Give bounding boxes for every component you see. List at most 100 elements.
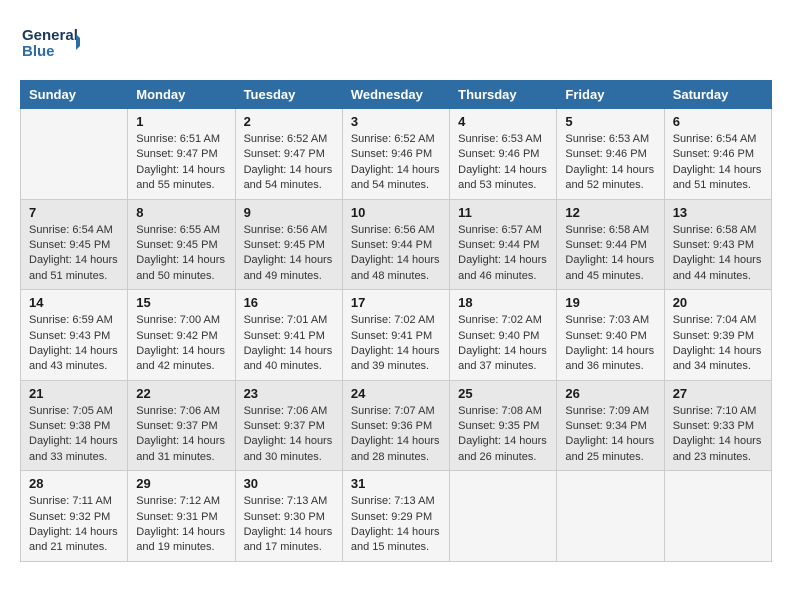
day-cell: 28Sunrise: 7:11 AM Sunset: 9:32 PM Dayli… (21, 471, 128, 562)
header-day: Sunday (21, 81, 128, 109)
day-info: Sunrise: 7:02 AM Sunset: 9:40 PM Dayligh… (458, 313, 548, 375)
logo: General Blue (20, 20, 80, 70)
week-row: 1 Sunrise: 6:51 AM Sunset: 9:47 PM Daylig… (21, 109, 772, 200)
day-cell: 14 Sunrise: 6:59 AM Sunset: 9:43 PM Dayli… (21, 290, 128, 381)
day-cell: 25 Sunrise: 7:08 AM Sunset: 9:35 PM Dayli… (450, 380, 557, 471)
day-number: 21 (29, 386, 119, 401)
day-number: 28 (29, 476, 119, 491)
day-info: Sunrise: 6:56 AM Sunset: 9:44 PM Dayligh… (351, 223, 441, 285)
day-cell: 20 Sunrise: 7:04 AM Sunset: 9:39 PM Dayli… (664, 290, 771, 381)
day-cell: 10 Sunrise: 6:56 AM Sunset: 9:44 PM Dayli… (342, 199, 449, 290)
day-info: Sunrise: 6:54 AM Sunset: 9:46 PM Dayligh… (673, 132, 763, 194)
day-cell: 6 Sunrise: 6:54 AM Sunset: 9:46 PM Daylig… (664, 109, 771, 200)
day-cell (450, 471, 557, 562)
day-cell: 19 Sunrise: 7:03 AM Sunset: 9:40 PM Dayli… (557, 290, 664, 381)
week-row: 21 Sunrise: 7:05 AM Sunset: 9:38 PM Dayli… (21, 380, 772, 471)
day-cell: 7Sunrise: 6:54 AM Sunset: 9:45 PM Daylig… (21, 199, 128, 290)
day-cell: 17 Sunrise: 7:02 AM Sunset: 9:41 PM Dayli… (342, 290, 449, 381)
day-number: 10 (351, 205, 441, 220)
day-cell: 31 Sunrise: 7:13 AM Sunset: 9:29 PM Dayli… (342, 471, 449, 562)
day-cell: 29 Sunrise: 7:12 AM Sunset: 9:31 PM Dayli… (128, 471, 235, 562)
day-info: Sunrise: 7:07 AM Sunset: 9:36 PM Dayligh… (351, 404, 441, 466)
day-cell: 1 Sunrise: 6:51 AM Sunset: 9:47 PM Daylig… (128, 109, 235, 200)
day-number: 11 (458, 205, 548, 220)
page-header: General Blue (20, 20, 772, 70)
day-number: 29 (136, 476, 226, 491)
day-number: 8 (136, 205, 226, 220)
day-cell: 22 Sunrise: 7:06 AM Sunset: 9:37 PM Dayli… (128, 380, 235, 471)
day-number: 18 (458, 295, 548, 310)
calendar-table: SundayMondayTuesdayWednesdayThursdayFrid… (20, 80, 772, 562)
day-number: 25 (458, 386, 548, 401)
day-number: 15 (136, 295, 226, 310)
day-info: Sunrise: 6:53 AM Sunset: 9:46 PM Dayligh… (458, 132, 548, 194)
day-info: Sunrise: 7:06 AM Sunset: 9:37 PM Dayligh… (136, 404, 226, 466)
day-info: Sunrise: 6:53 AM Sunset: 9:46 PM Dayligh… (565, 132, 655, 194)
svg-text:Blue: Blue (22, 43, 55, 60)
day-number: 16 (244, 295, 334, 310)
day-cell: 30 Sunrise: 7:13 AM Sunset: 9:30 PM Dayli… (235, 471, 342, 562)
day-cell: 18 Sunrise: 7:02 AM Sunset: 9:40 PM Dayli… (450, 290, 557, 381)
day-info: Sunrise: 7:05 AM Sunset: 9:38 PM Dayligh… (29, 404, 119, 466)
day-cell: 27Sunrise: 7:10 AM Sunset: 9:33 PM Dayli… (664, 380, 771, 471)
day-number: 3 (351, 114, 441, 129)
day-cell: 12 Sunrise: 6:58 AM Sunset: 9:44 PM Dayli… (557, 199, 664, 290)
day-info: Sunrise: 6:51 AM Sunset: 9:47 PM Dayligh… (136, 132, 226, 194)
day-number: 30 (244, 476, 334, 491)
header-day: Saturday (664, 81, 771, 109)
day-info: Sunrise: 7:04 AM Sunset: 9:39 PM Dayligh… (673, 313, 763, 375)
day-number: 24 (351, 386, 441, 401)
day-cell: 26Sunrise: 7:09 AM Sunset: 9:34 PM Dayli… (557, 380, 664, 471)
day-cell (664, 471, 771, 562)
day-number: 22 (136, 386, 226, 401)
day-cell (21, 109, 128, 200)
header-row: SundayMondayTuesdayWednesdayThursdayFrid… (21, 81, 772, 109)
day-number: 4 (458, 114, 548, 129)
week-row: 7Sunrise: 6:54 AM Sunset: 9:45 PM Daylig… (21, 199, 772, 290)
day-info: Sunrise: 7:13 AM Sunset: 9:29 PM Dayligh… (351, 494, 441, 556)
day-cell: 3 Sunrise: 6:52 AM Sunset: 9:46 PM Daylig… (342, 109, 449, 200)
day-cell: 24 Sunrise: 7:07 AM Sunset: 9:36 PM Dayli… (342, 380, 449, 471)
day-cell (557, 471, 664, 562)
day-info: Sunrise: 7:00 AM Sunset: 9:42 PM Dayligh… (136, 313, 226, 375)
day-number: 17 (351, 295, 441, 310)
svg-text:General: General (22, 27, 78, 44)
day-info: Sunrise: 7:02 AM Sunset: 9:41 PM Dayligh… (351, 313, 441, 375)
day-number: 20 (673, 295, 763, 310)
day-cell: 4 Sunrise: 6:53 AM Sunset: 9:46 PM Daylig… (450, 109, 557, 200)
day-info: Sunrise: 6:52 AM Sunset: 9:46 PM Dayligh… (351, 132, 441, 194)
day-number: 19 (565, 295, 655, 310)
day-number: 13 (673, 205, 763, 220)
day-info: Sunrise: 7:12 AM Sunset: 9:31 PM Dayligh… (136, 494, 226, 556)
day-number: 26 (565, 386, 655, 401)
header-day: Monday (128, 81, 235, 109)
day-number: 5 (565, 114, 655, 129)
day-cell: 8 Sunrise: 6:55 AM Sunset: 9:45 PM Daylig… (128, 199, 235, 290)
day-number: 1 (136, 114, 226, 129)
day-info: Sunrise: 6:56 AM Sunset: 9:45 PM Dayligh… (244, 223, 334, 285)
day-number: 31 (351, 476, 441, 491)
header-day: Wednesday (342, 81, 449, 109)
day-info: Sunrise: 7:10 AM Sunset: 9:33 PM Dayligh… (673, 404, 763, 466)
day-number: 12 (565, 205, 655, 220)
day-number: 14 (29, 295, 119, 310)
day-info: Sunrise: 7:13 AM Sunset: 9:30 PM Dayligh… (244, 494, 334, 556)
header-day: Tuesday (235, 81, 342, 109)
day-info: Sunrise: 6:57 AM Sunset: 9:44 PM Dayligh… (458, 223, 548, 285)
day-info: Sunrise: 6:58 AM Sunset: 9:44 PM Dayligh… (565, 223, 655, 285)
day-cell: 9 Sunrise: 6:56 AM Sunset: 9:45 PM Daylig… (235, 199, 342, 290)
day-info: Sunrise: 7:03 AM Sunset: 9:40 PM Dayligh… (565, 313, 655, 375)
day-cell: 21 Sunrise: 7:05 AM Sunset: 9:38 PM Dayli… (21, 380, 128, 471)
day-cell: 15 Sunrise: 7:00 AM Sunset: 9:42 PM Dayli… (128, 290, 235, 381)
day-info: Sunrise: 7:08 AM Sunset: 9:35 PM Dayligh… (458, 404, 548, 466)
day-info: Sunrise: 6:54 AM Sunset: 9:45 PM Dayligh… (29, 223, 119, 285)
week-row: 14 Sunrise: 6:59 AM Sunset: 9:43 PM Dayli… (21, 290, 772, 381)
day-info: Sunrise: 6:59 AM Sunset: 9:43 PM Dayligh… (29, 313, 119, 375)
day-info: Sunrise: 6:55 AM Sunset: 9:45 PM Dayligh… (136, 223, 226, 285)
day-cell: 5 Sunrise: 6:53 AM Sunset: 9:46 PM Daylig… (557, 109, 664, 200)
day-number: 9 (244, 205, 334, 220)
day-number: 6 (673, 114, 763, 129)
header-day: Friday (557, 81, 664, 109)
day-info: Sunrise: 7:06 AM Sunset: 9:37 PM Dayligh… (244, 404, 334, 466)
day-number: 23 (244, 386, 334, 401)
